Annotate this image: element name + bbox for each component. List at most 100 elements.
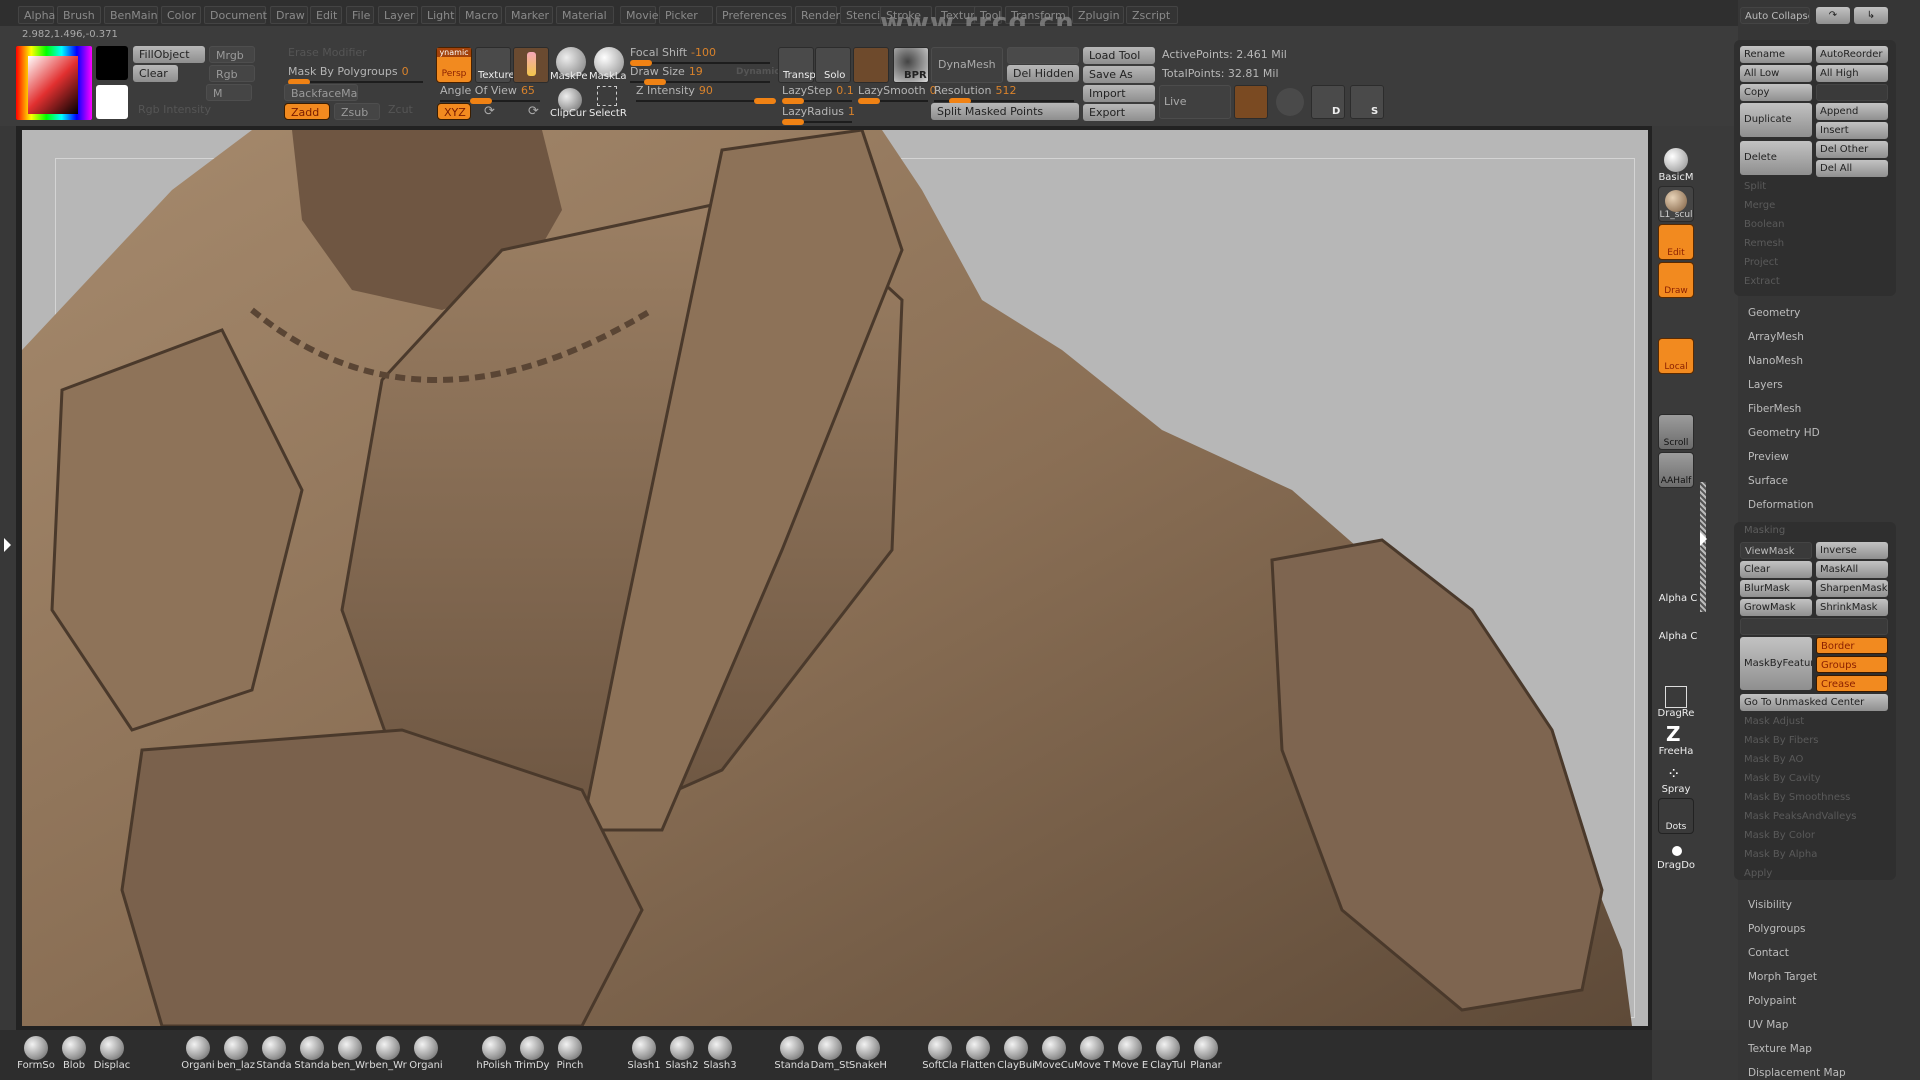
z-symmetry-icon[interactable]: ⟳ [528,104,539,119]
subtool-remesh-item[interactable]: Remesh [1744,238,1784,249]
section-nanomesh[interactable]: NanoMesh [1748,355,1803,367]
lazy-smooth-slider[interactable]: LazySmooth 0 [858,84,937,104]
subtool-project-item[interactable]: Project [1744,257,1778,268]
menu-file[interactable]: File [346,6,374,24]
focal-shift-slider[interactable]: Focal Shift -100 [630,46,770,66]
menu-zplugin[interactable]: Zplugin [1072,6,1124,24]
m-button[interactable]: M [206,84,252,101]
menu-picker[interactable]: Picker [659,6,713,24]
rename-button[interactable]: Rename [1740,46,1812,63]
brush-ben_wr[interactable]: ben_Wr [368,1036,408,1071]
draw-button[interactable]: Draw [1658,262,1694,298]
scroll-button[interactable]: Scroll [1658,414,1694,450]
l1-sculpt-material-button[interactable]: L1_scul [1658,186,1694,222]
palette-dock-arrow-icon[interactable]: ↳ [1854,7,1888,24]
lazy-radius-slider[interactable]: LazyRadius 1 [782,105,855,125]
brush-planar[interactable]: Planar [1186,1036,1226,1071]
dynamic-subdiv-d-button[interactable]: D [1311,85,1345,119]
subtool-merge-item[interactable]: Merge [1744,200,1775,211]
section-geometry[interactable]: Geometry [1748,307,1800,319]
brush-move-e[interactable]: Move E [1110,1036,1150,1071]
subtool-extract-item[interactable]: Extract [1744,276,1780,287]
mask-by-feature-button[interactable]: MaskByFeature [1740,637,1812,690]
brush-organi[interactable]: Organi [406,1036,446,1071]
section-polypaint[interactable]: Polypaint [1748,995,1796,1007]
bpr-button[interactable]: BPR [893,47,929,83]
brush-pinch[interactable]: Pinch [550,1036,590,1071]
mask-mask-by-ao-item[interactable]: Mask By AO [1744,754,1803,765]
sphere-toggle-icon[interactable] [1276,88,1304,116]
load-tool-button[interactable]: Load Tool [1083,47,1155,64]
right-tray-collapse-arrow[interactable] [1700,532,1707,546]
brush-flatten[interactable]: Flatten [958,1036,998,1071]
section-texture-map[interactable]: Texture Map [1748,1043,1812,1055]
material-swatch[interactable] [853,47,889,83]
mask-apply-item[interactable]: Apply [1744,868,1772,879]
border-toggle[interactable]: Border [1816,637,1888,654]
insert-button[interactable]: Insert [1816,122,1888,139]
secondary-color-swatch[interactable] [96,85,128,119]
alpha-1-label[interactable]: Alpha C [1653,593,1703,604]
save-as-button[interactable]: Save As [1083,66,1155,83]
brush-softcla[interactable]: SoftCla [920,1036,960,1071]
duplicate-button[interactable]: Duplicate [1740,103,1812,137]
aahalf-button[interactable]: AAHalf [1658,452,1694,488]
subtool-split-item[interactable]: Split [1744,181,1766,192]
drag-rect-icon[interactable] [1665,686,1687,708]
brush-claytul[interactable]: ClayTul [1148,1036,1188,1071]
edit-button[interactable]: Edit [1658,224,1694,260]
export-button[interactable]: Export [1083,104,1155,121]
menu-alpha[interactable]: Alpha [18,6,55,24]
append-button[interactable]: Append [1816,103,1888,120]
brush-slash2[interactable]: Slash2 [662,1036,702,1071]
left-tray-expand-arrow[interactable] [4,538,11,552]
clear-mask-button[interactable]: Clear [1740,561,1812,578]
menu-marker[interactable]: Marker [505,6,553,24]
freehand-icon[interactable]: Z [1666,722,1681,746]
dynamic-size-toggle[interactable]: Dynamic [736,67,780,77]
zcut-button[interactable]: Zcut [388,103,413,116]
mask-mask-peaksandvalleys-item[interactable]: Mask PeaksAndValleys [1744,811,1856,822]
menu-brush[interactable]: Brush [57,6,101,24]
zadd-button[interactable]: Zadd [284,103,330,120]
texture-button[interactable]: Texture [475,47,515,83]
mask-mask-by-fibers-item[interactable]: Mask By Fibers [1744,735,1819,746]
brush-dam_st[interactable]: Dam_St [810,1036,850,1071]
menu-render[interactable]: Render [795,6,840,24]
section-layers[interactable]: Layers [1748,379,1783,391]
local-button[interactable]: Local [1658,338,1694,374]
blur-mask-button[interactable]: BlurMask [1740,580,1812,597]
rgb-intensity-slider[interactable]: Rgb Intensity [138,103,211,116]
menu-color[interactable]: Color [161,6,201,24]
section-fibermesh[interactable]: FiberMesh [1748,403,1801,415]
mask-mask-by-color-item[interactable]: Mask By Color [1744,830,1815,841]
brush-ben_laz[interactable]: ben_laz [216,1036,256,1071]
mask-mask-by-alpha-item[interactable]: Mask By Alpha [1744,849,1817,860]
mask-mask-by-cavity-item[interactable]: Mask By Cavity [1744,773,1821,784]
fill-object-button[interactable]: FillObject [133,46,205,63]
del-other-button[interactable]: Del Other [1816,141,1888,158]
section-morph-target[interactable]: Morph Target [1748,971,1817,983]
color-picker[interactable] [16,46,92,120]
go-to-unmasked-center-button[interactable]: Go To Unmasked Center [1740,694,1888,711]
transp-button[interactable]: Transp [778,47,816,83]
section-surface[interactable]: Surface [1748,475,1788,487]
section-preview[interactable]: Preview [1748,451,1789,463]
menu-zscript[interactable]: Zscript [1126,6,1178,24]
menu-benmain[interactable]: BenMain [104,6,158,24]
brush-claybui[interactable]: ClayBui [996,1036,1036,1071]
draw-size-slider[interactable]: Draw Size 19 [630,65,770,85]
lazy-step-slider[interactable]: LazyStep 0.1 [782,84,854,104]
mrgb-button[interactable]: Mrgb [209,46,255,63]
copy-button[interactable]: Copy [1740,84,1812,101]
backface-mask-button[interactable]: BackfaceMask [284,84,358,101]
section-deformation[interactable]: Deformation [1748,499,1814,511]
all-low-button[interactable]: All Low [1740,65,1812,82]
auto-collapse-button[interactable]: Auto Collapse [1740,7,1810,24]
rgb-button[interactable]: Rgb [209,65,255,82]
menu-light[interactable]: Light [421,6,456,24]
menu-document[interactable]: Document [204,6,267,24]
section-geometry-hd[interactable]: Geometry HD [1748,427,1820,439]
basic-material-icon[interactable] [1664,148,1688,172]
brush-move-t[interactable]: Move T [1072,1036,1112,1071]
